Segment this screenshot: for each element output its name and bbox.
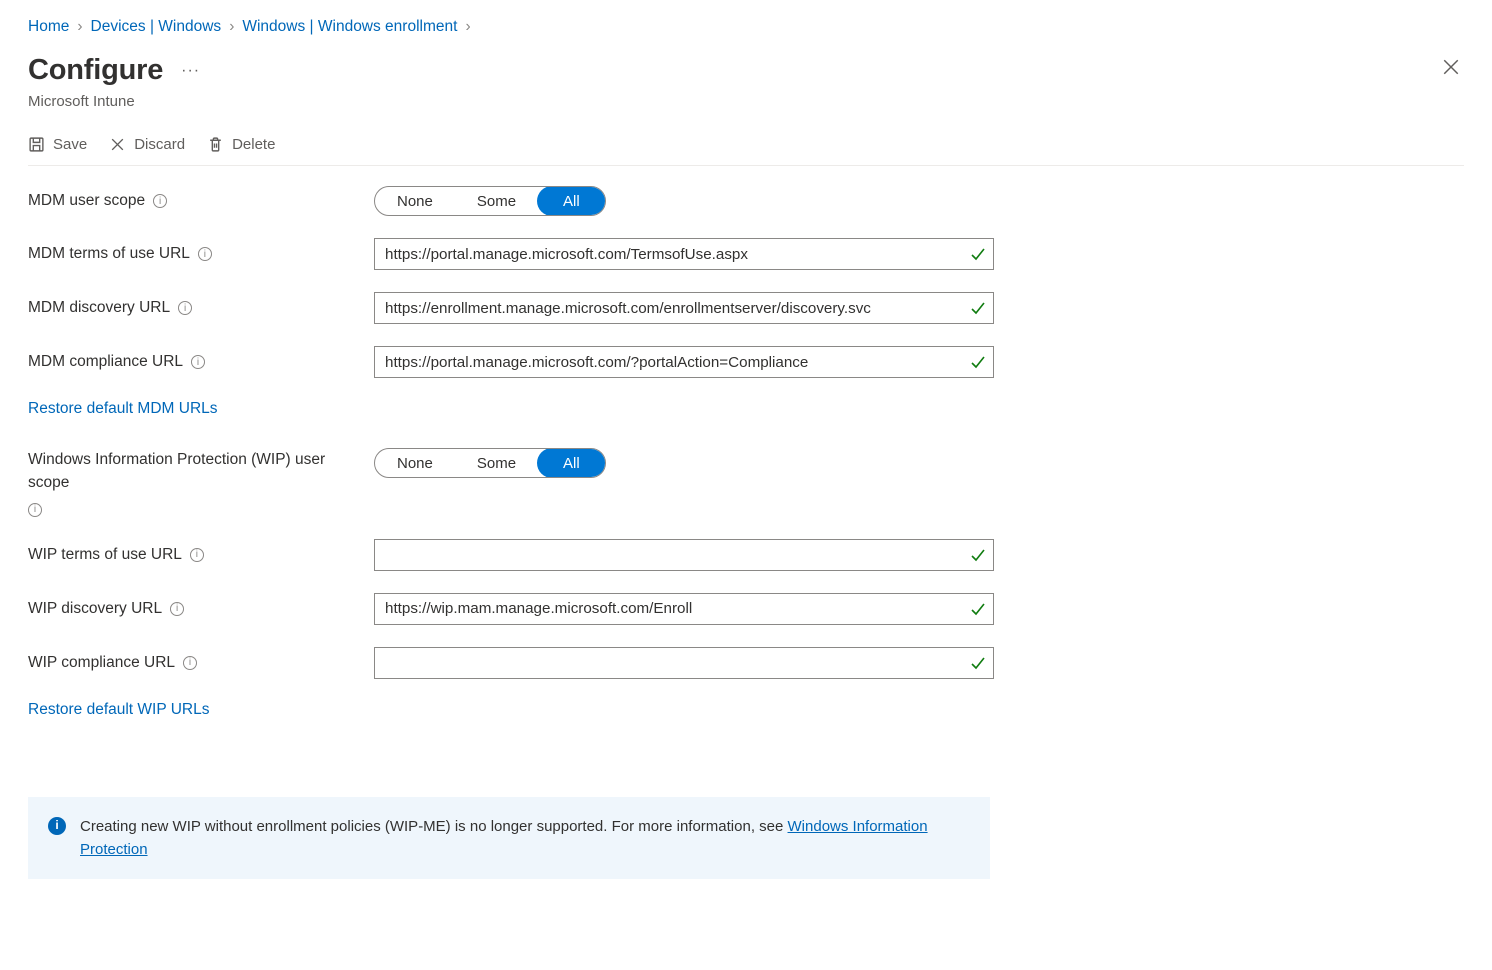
info-icon[interactable]: i bbox=[198, 247, 212, 261]
more-actions-button[interactable]: ··· bbox=[181, 62, 200, 80]
breadcrumb: Home › Devices | Windows › Windows | Win… bbox=[28, 18, 1464, 36]
chevron-right-icon: › bbox=[77, 18, 82, 36]
breadcrumb-devices[interactable]: Devices | Windows bbox=[91, 18, 222, 36]
wip-terms-label: WIP terms of use URL bbox=[28, 546, 182, 564]
mdm-discovery-input[interactable] bbox=[374, 292, 994, 324]
info-badge-icon: i bbox=[48, 817, 66, 835]
mdm-compliance-input[interactable] bbox=[374, 346, 994, 378]
mdm-discovery-label: MDM discovery URL bbox=[28, 299, 170, 317]
save-icon bbox=[28, 136, 45, 153]
chevron-right-icon: › bbox=[465, 18, 470, 36]
close-button[interactable] bbox=[1438, 54, 1464, 80]
info-icon[interactable]: i bbox=[153, 194, 167, 208]
info-icon[interactable]: i bbox=[190, 548, 204, 562]
info-banner-text: Creating new WIP without enrollment poli… bbox=[80, 815, 970, 862]
info-icon[interactable]: i bbox=[170, 602, 184, 616]
info-banner: i Creating new WIP without enrollment po… bbox=[28, 797, 990, 880]
form: MDM user scope i None Some All MDM terms… bbox=[28, 186, 1028, 879]
toolbar: Save Discard Delete bbox=[28, 136, 1464, 166]
mdm-terms-input[interactable] bbox=[374, 238, 994, 270]
info-icon[interactable]: i bbox=[28, 503, 42, 517]
close-icon bbox=[1442, 58, 1460, 76]
save-button[interactable]: Save bbox=[28, 136, 87, 153]
discard-label: Discard bbox=[134, 136, 185, 153]
mdm-terms-label: MDM terms of use URL bbox=[28, 245, 190, 263]
mdm-compliance-label: MDM compliance URL bbox=[28, 353, 183, 371]
mdm-scope-segmented[interactable]: None Some All bbox=[374, 186, 606, 216]
delete-label: Delete bbox=[232, 136, 275, 153]
page-title: Configure bbox=[28, 54, 163, 87]
restore-mdm-link[interactable]: Restore default MDM URLs bbox=[28, 400, 218, 418]
wip-scope-label: Windows Information Protection (WIP) use… bbox=[28, 448, 360, 495]
info-icon[interactable]: i bbox=[191, 355, 205, 369]
wip-discovery-input[interactable] bbox=[374, 593, 994, 625]
wip-terms-input[interactable] bbox=[374, 539, 994, 571]
page-subtitle: Microsoft Intune bbox=[28, 93, 200, 110]
wip-scope-segmented[interactable]: None Some All bbox=[374, 448, 606, 478]
save-label: Save bbox=[53, 136, 87, 153]
delete-button[interactable]: Delete bbox=[207, 136, 275, 153]
wip-compliance-input[interactable] bbox=[374, 647, 994, 679]
wip-scope-some[interactable]: Some bbox=[455, 449, 538, 477]
wip-discovery-label: WIP discovery URL bbox=[28, 600, 162, 618]
chevron-right-icon: › bbox=[229, 18, 234, 36]
info-icon[interactable]: i bbox=[178, 301, 192, 315]
discard-icon bbox=[109, 136, 126, 153]
mdm-scope-none[interactable]: None bbox=[375, 187, 455, 215]
delete-icon bbox=[207, 136, 224, 153]
wip-scope-all[interactable]: All bbox=[537, 448, 606, 478]
wip-scope-none[interactable]: None bbox=[375, 449, 455, 477]
wip-compliance-label: WIP compliance URL bbox=[28, 654, 175, 672]
mdm-scope-some[interactable]: Some bbox=[455, 187, 538, 215]
restore-wip-link[interactable]: Restore default WIP URLs bbox=[28, 701, 209, 719]
mdm-scope-all[interactable]: All bbox=[537, 186, 606, 216]
info-icon[interactable]: i bbox=[183, 656, 197, 670]
breadcrumb-home[interactable]: Home bbox=[28, 18, 69, 36]
mdm-scope-label: MDM user scope bbox=[28, 192, 145, 210]
discard-button[interactable]: Discard bbox=[109, 136, 185, 153]
breadcrumb-enrollment[interactable]: Windows | Windows enrollment bbox=[242, 18, 457, 36]
